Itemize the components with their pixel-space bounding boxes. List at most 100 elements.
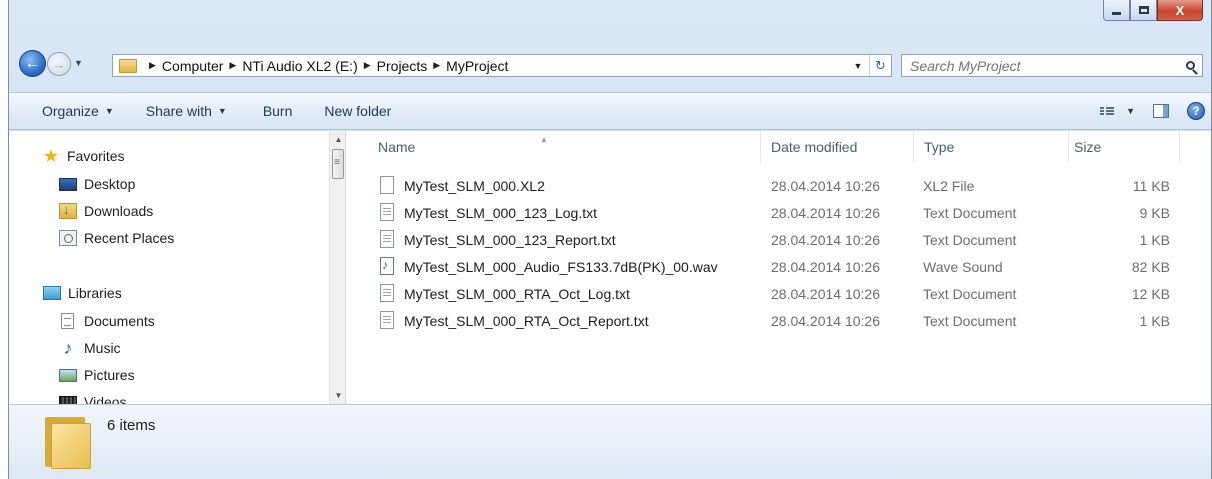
back-arrow-icon: ← [24, 54, 41, 72]
minimize-button[interactable] [1103, 0, 1130, 21]
downloads-icon [59, 202, 77, 219]
breadcrumb-projects[interactable]: Projects [377, 58, 428, 74]
nav-label: Desktop [84, 176, 136, 192]
scroll-down-icon[interactable]: ▼ [330, 387, 347, 404]
star-icon: ★ [42, 146, 60, 166]
nav-scrollbar[interactable]: ▲ ▼ [329, 131, 346, 404]
text-file-icon [380, 230, 394, 248]
file-type: Text Document [923, 312, 1017, 329]
file-type: Wave Sound [923, 258, 1003, 275]
maximize-button[interactable] [1130, 0, 1157, 21]
address-row: ← → ▼ ▶ Computer ▶ NTi Audio XL2 (E:) ▶ … [9, 42, 1211, 86]
address-bar[interactable]: ▶ Computer ▶ NTi Audio XL2 (E:) ▶ Projec… [112, 54, 892, 77]
change-view-button[interactable]: ▼ [1100, 106, 1135, 116]
breadcrumb-myproject[interactable]: MyProject [446, 58, 508, 74]
item-count: 6 items [107, 417, 156, 434]
address-dropdown-icon[interactable]: ▼ [847, 61, 869, 71]
search-box[interactable] [901, 54, 1203, 77]
column-divider[interactable] [760, 131, 761, 163]
search-button[interactable] [1178, 61, 1202, 70]
new-folder-button[interactable]: New folder [314, 103, 401, 119]
file-size: 82 KB [1131, 258, 1170, 275]
file-size: 12 KB [1131, 285, 1170, 302]
chevron-down-icon: ▼ [217, 106, 227, 116]
file-name: MyTest_SLM_000_123_Report.txt [404, 231, 616, 248]
back-button[interactable]: ← [19, 50, 46, 77]
nav-item-videos[interactable]: Videos [59, 394, 127, 404]
file-type: Text Document [923, 231, 1017, 248]
nav-item-favorites[interactable]: ★ Favorites [41, 146, 125, 166]
breadcrumb-computer[interactable]: Computer [162, 58, 223, 74]
new-folder-label: New folder [324, 103, 392, 119]
nav-label: Music [84, 340, 121, 356]
close-button[interactable]: X [1157, 0, 1203, 21]
nav-item-desktop[interactable]: Desktop [59, 176, 135, 192]
nav-item-libraries[interactable]: Libraries [43, 285, 122, 301]
nav-item-recent-places[interactable]: Recent Places [59, 230, 174, 246]
file-row[interactable]: MyTest_SLM_000_RTA_Oct_Report.txt 28.04.… [347, 307, 1211, 334]
recent-pages-dropdown[interactable]: ▼ [74, 58, 83, 68]
file-name: MyTest_SLM_000_RTA_Oct_Report.txt [404, 312, 649, 329]
column-header-date[interactable]: Date modified [771, 131, 857, 163]
file-size: 1 KB [1139, 312, 1170, 329]
file-row[interactable]: MyTest_SLM_000_123_Log.txt 28.04.2014 10… [347, 199, 1211, 226]
file-name: MyTest_SLM_000_Audio_FS133.7dB(PK)_00.wa… [404, 258, 718, 275]
folder-icon [119, 58, 137, 73]
close-icon: X [1175, 2, 1185, 18]
file-name: MyTest_SLM_000.XL2 [404, 177, 545, 194]
refresh-button[interactable]: ↻ [869, 55, 891, 76]
burn-label: Burn [262, 103, 293, 119]
view-list-icon [1100, 107, 1115, 115]
nav-label: Documents [84, 313, 155, 329]
file-row[interactable]: MyTest_SLM_000_123_Report.txt 28.04.2014… [347, 226, 1211, 253]
nav-label: Recent Places [84, 230, 175, 246]
nav-item-pictures[interactable]: Pictures [59, 367, 135, 383]
text-file-icon [380, 284, 394, 302]
scroll-thumb[interactable] [332, 149, 344, 179]
file-date: 28.04.2014 10:26 [771, 312, 880, 329]
file-row[interactable]: MyTest_SLM_000.XL2 28.04.2014 10:26 XL2 … [347, 172, 1211, 199]
file-date: 28.04.2014 10:26 [771, 285, 880, 302]
file-name: MyTest_SLM_000_123_Log.txt [404, 204, 598, 221]
column-header-name[interactable]: Name [378, 131, 415, 163]
file-list: ▲ Name Date modified Type Size MyTest_SL… [347, 131, 1211, 404]
help-button[interactable]: ? [1187, 102, 1205, 120]
music-icon: ♪ [63, 338, 73, 358]
column-label: Type [924, 139, 955, 155]
file-size: 1 KB [1139, 231, 1170, 248]
scroll-up-icon[interactable]: ▲ [330, 131, 347, 148]
share-with-label: Share with [145, 103, 212, 119]
share-with-button[interactable]: Share with ▼ [136, 103, 237, 119]
text-file-icon [380, 203, 394, 221]
column-divider[interactable] [1068, 131, 1069, 163]
libraries-icon [43, 286, 61, 300]
audio-file-icon [380, 257, 394, 275]
column-header-size[interactable]: Size [1074, 131, 1101, 163]
column-divider[interactable] [1179, 131, 1180, 163]
breadcrumb-drive[interactable]: NTi Audio XL2 (E:) [242, 58, 357, 74]
chevron-down-icon: ▼ [104, 106, 114, 116]
preview-pane-button[interactable] [1153, 104, 1169, 118]
recent-places-icon [59, 230, 77, 246]
nav-item-downloads[interactable]: Downloads [59, 202, 153, 219]
text-file-icon [380, 311, 394, 329]
desktop-icon [59, 178, 77, 191]
search-input[interactable] [902, 57, 1178, 74]
nav-item-documents[interactable]: Documents [59, 313, 155, 329]
column-header-type[interactable]: Type [924, 131, 954, 163]
file-row[interactable]: MyTest_SLM_000_Audio_FS133.7dB(PK)_00.wa… [347, 253, 1211, 280]
organize-button[interactable]: Organize ▼ [9, 103, 124, 119]
file-size: 9 KB [1139, 204, 1170, 221]
burn-button[interactable]: Burn [253, 103, 303, 119]
forward-button[interactable]: → [47, 52, 71, 76]
chevron-right-icon[interactable]: ▶ [149, 60, 156, 71]
file-type: XL2 File [923, 177, 975, 194]
column-divider[interactable] [913, 131, 914, 163]
nav-item-music[interactable]: ♪ Music [59, 338, 121, 358]
maximize-icon [1138, 6, 1149, 14]
file-row[interactable]: MyTest_SLM_000_RTA_Oct_Log.txt 28.04.201… [347, 280, 1211, 307]
chevron-right-icon[interactable]: ▶ [229, 60, 236, 71]
nav-label: Pictures [84, 367, 135, 383]
chevron-right-icon[interactable]: ▶ [364, 60, 371, 71]
chevron-right-icon[interactable]: ▶ [433, 60, 440, 71]
